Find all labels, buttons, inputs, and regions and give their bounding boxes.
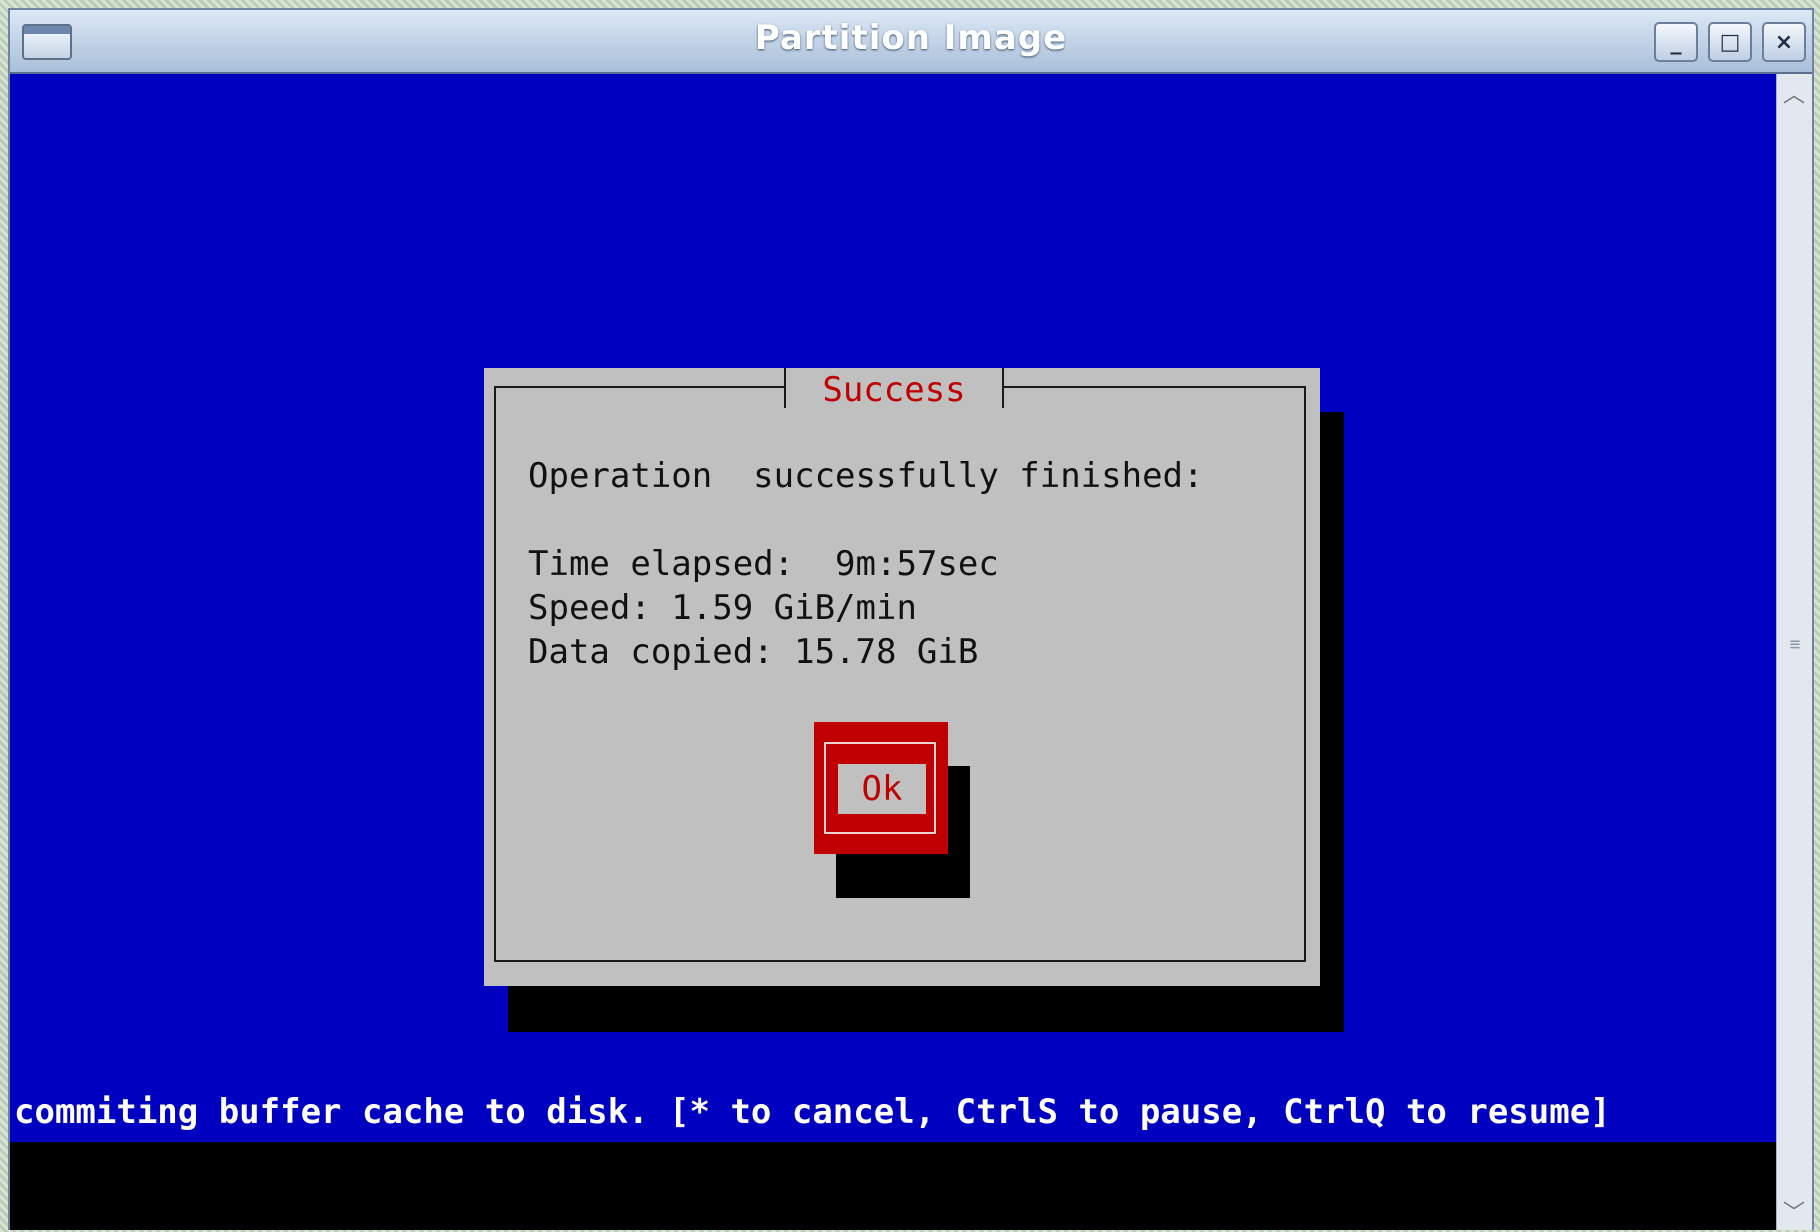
ok-button[interactable]: Ok	[814, 722, 948, 854]
title-bar[interactable]: Partition Image _ □ ×	[10, 10, 1812, 74]
terminal-screen[interactable]: Success Operation successfully finished:…	[10, 74, 1776, 1230]
minimize-button[interactable]: _	[1654, 22, 1698, 62]
dialog-title: Success	[784, 368, 1004, 412]
dialog-message: Operation successfully finished:	[528, 456, 1204, 496]
arrow-down-icon[interactable]: ﹀	[1780, 1196, 1808, 1226]
grip-icon[interactable]: ≡	[1781, 634, 1809, 655]
status-line: commiting buffer cache to disk. [* to ca…	[14, 1092, 1611, 1132]
terminal-bottom-bar	[10, 1142, 1776, 1230]
arrow-up-icon[interactable]: ︿	[1780, 78, 1808, 108]
speed-text: Speed: 1.59 GiB/min	[528, 588, 917, 628]
data-copied-text: Data copied: 15.78 GiB	[528, 632, 979, 672]
terminal-window: Partition Image _ □ × Success Operation …	[8, 8, 1814, 1230]
maximize-button[interactable]: □	[1708, 22, 1752, 62]
window-title: Partition Image	[754, 18, 1068, 58]
success-dialog: Success Operation successfully finished:…	[484, 368, 1320, 986]
close-button[interactable]: ×	[1762, 22, 1806, 62]
ok-focus-ring: Ok	[824, 742, 936, 834]
ok-button-label: Ok	[838, 764, 926, 814]
time-elapsed-text: Time elapsed: 9m:57sec	[528, 544, 999, 584]
vertical-scrollbar[interactable]: ︿ ≡ ﹀	[1776, 74, 1812, 1230]
